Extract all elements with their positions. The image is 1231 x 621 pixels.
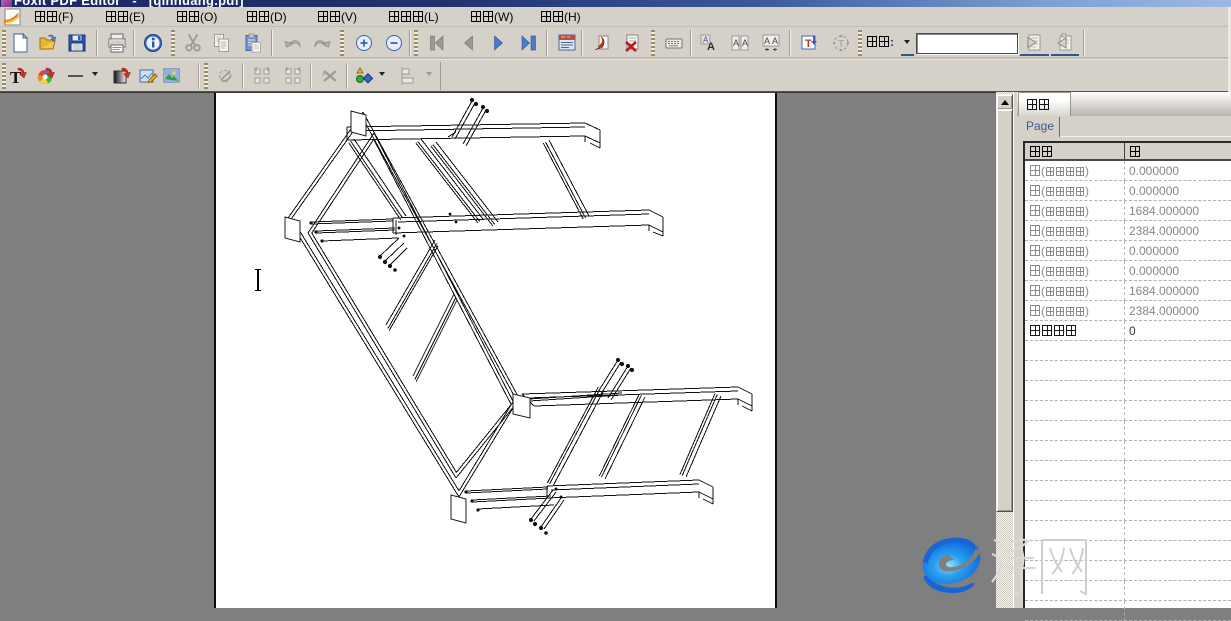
svg-text:A: A	[733, 38, 739, 48]
svg-text:T: T	[10, 68, 22, 86]
svg-text:A: A	[742, 38, 748, 48]
svg-text:A: A	[707, 41, 715, 53]
svg-text:T: T	[838, 39, 844, 50]
svg-text:T: T	[805, 38, 812, 50]
svg-text:A: A	[772, 36, 778, 46]
svg-text:A: A	[764, 36, 770, 46]
